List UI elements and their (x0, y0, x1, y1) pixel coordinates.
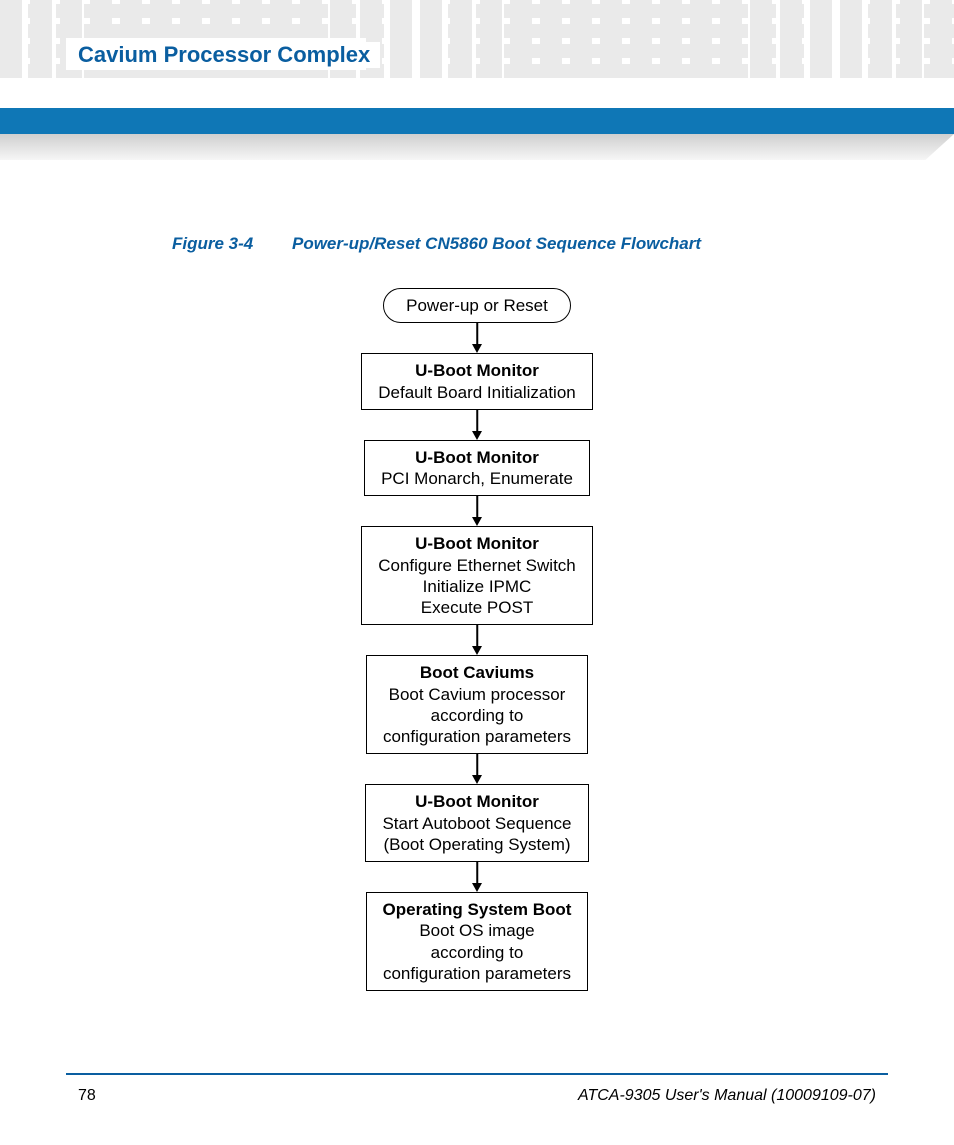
flowchart-step: U-Boot Monitor PCI Monarch, Enumerate (364, 440, 590, 497)
figure-number: Figure 3-4 (172, 234, 253, 253)
footer: 78 ATCA-9305 User's Manual (10009109-07) (78, 1087, 876, 1105)
flowchart-step: Boot Caviums Boot Cavium processoraccord… (366, 655, 588, 754)
flowchart-step-title: Boot Caviums (383, 662, 571, 683)
header-grey-wedge (0, 134, 954, 160)
flowchart-step-title: Operating System Boot (383, 899, 572, 920)
figure-title: Power-up/Reset CN5860 Boot Sequence Flow… (292, 234, 701, 253)
flowchart-step-body: Boot Cavium processoraccording toconfigu… (383, 684, 571, 748)
flowchart-step-title: U-Boot Monitor (378, 533, 576, 554)
flowchart-step-title: U-Boot Monitor (378, 360, 576, 381)
flowchart-start: Power-up or Reset (383, 288, 571, 323)
flowchart-step: U-Boot Monitor Start Autoboot Sequence(B… (365, 784, 588, 862)
flowchart-step-title: U-Boot Monitor (381, 447, 573, 468)
flowchart-step-body: Boot OS imageaccording toconfiguration p… (383, 920, 572, 984)
figure-caption: Figure 3-4 Power-up/Reset CN5860 Boot Se… (172, 234, 701, 254)
flowchart: Power-up or Reset U-Boot Monitor Default… (0, 288, 954, 991)
footer-rule (66, 1073, 888, 1075)
flowchart-step: U-Boot Monitor Default Board Initializat… (361, 353, 593, 410)
doc-number: (10009109-07) (771, 1087, 876, 1104)
flowchart-step: Operating System Boot Boot OS imageaccor… (366, 892, 589, 991)
manual-title: ATCA-9305 User's Manual (578, 1087, 767, 1104)
page: Cavium Processor Complex Figure 3-4 Powe… (0, 0, 954, 1145)
flowchart-step-body: Default Board Initialization (378, 382, 576, 403)
flowchart-step-title: U-Boot Monitor (382, 791, 571, 812)
flowchart-step: U-Boot Monitor Configure Ethernet Switch… (361, 526, 593, 625)
page-number: 78 (78, 1087, 96, 1105)
flowchart-step-body: Start Autoboot Sequence(Boot Operating S… (382, 813, 571, 856)
header-blue-bar (0, 108, 954, 134)
flowchart-step-body: Configure Ethernet SwitchInitialize IPMC… (378, 555, 576, 619)
flowchart-step-body: PCI Monarch, Enumerate (381, 468, 573, 489)
footer-right: ATCA-9305 User's Manual (10009109-07) (578, 1087, 876, 1105)
section-title: Cavium Processor Complex (78, 42, 380, 68)
